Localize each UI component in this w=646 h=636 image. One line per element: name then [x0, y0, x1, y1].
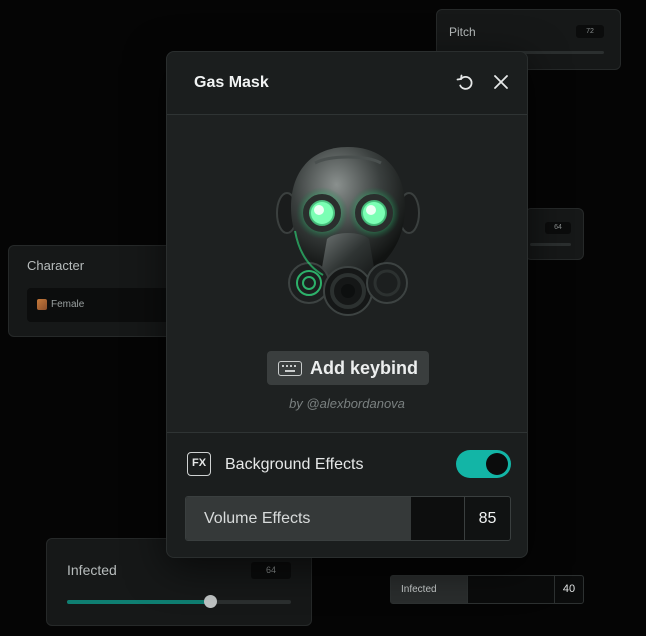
add-keybind-label: Add keybind — [309, 357, 418, 378]
close-button[interactable] — [490, 71, 512, 93]
slider-track[interactable] — [530, 243, 571, 246]
volume-effects-label: Volume Effects — [186, 497, 411, 540]
preview-divider — [167, 432, 527, 433]
pitch-title: Pitch — [449, 25, 476, 39]
volume-effects-swatch[interactable] — [411, 497, 465, 540]
preview-area: Add keybind by @alexbordanova — [167, 115, 527, 432]
slider-value-badge: 64 — [545, 222, 571, 234]
pitch-value-badge: 72 — [576, 25, 604, 38]
author-credit: by @alexbordanova — [289, 396, 405, 411]
background-effects-label: Background Effects — [225, 456, 364, 473]
add-keybind-button[interactable]: Add keybind — [267, 351, 429, 385]
infected-value-badge: 64 — [251, 562, 291, 579]
gas-mask-image — [276, 147, 420, 316]
infected-mini-value[interactable]: 40 — [554, 576, 583, 603]
keyboard-icon — [277, 360, 302, 376]
infected-title: Infected — [67, 562, 117, 578]
character-select[interactable]: Female — [27, 288, 187, 322]
undo-icon — [456, 74, 473, 90]
character-title: Character — [27, 258, 85, 273]
infected-slider-track[interactable] — [67, 595, 291, 608]
infected-mini-swatch[interactable] — [467, 576, 556, 603]
undo-button[interactable] — [454, 71, 476, 93]
background-effects-toggle[interactable] — [456, 450, 511, 478]
infected-slider-fill — [67, 600, 211, 604]
infected-mini-label: Infected — [391, 576, 467, 603]
character-selected-label: Female — [51, 299, 85, 310]
gas-mask-modal: Gas Mask Add keybind by @alexbordanova F… — [166, 51, 528, 558]
fx-icon: FX — [187, 452, 211, 476]
infected-slider-thumb[interactable] — [204, 595, 218, 608]
slider-panel: 64 — [525, 208, 584, 260]
volume-effects-row: Volume Effects 85 — [185, 496, 511, 541]
close-icon — [494, 75, 508, 89]
character-panel: Character Female — [8, 245, 187, 337]
volume-effects-value[interactable]: 85 — [464, 497, 510, 540]
toggle-knob — [486, 453, 508, 475]
character-emoji-icon — [37, 299, 47, 310]
modal-title: Gas Mask — [194, 74, 269, 91]
infected-mini-row: Infected 40 — [390, 575, 584, 604]
